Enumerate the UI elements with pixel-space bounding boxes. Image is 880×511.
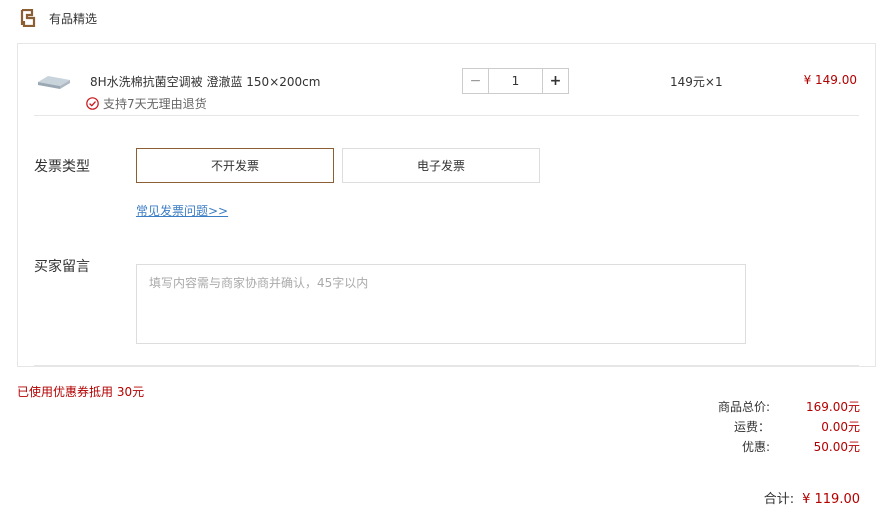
summary-key: 商品总价: bbox=[717, 400, 770, 414]
invoice-faq-link[interactable]: 常见发票问题>> bbox=[136, 202, 228, 219]
summary-row-shipping: 运费： 0.00元 bbox=[710, 418, 860, 434]
invoice-option-electronic[interactable]: 电子发票 bbox=[342, 148, 540, 183]
quantity-value[interactable]: 1 bbox=[488, 69, 543, 93]
shop-title: 有品精选 bbox=[49, 11, 98, 26]
panel-bottom-divider bbox=[34, 365, 859, 366]
product-name[interactable]: 8H水洗棉抗菌空调被 澄澈蓝 150×200cm bbox=[90, 73, 320, 90]
summary-row-discount: 优惠: 50.00元 bbox=[710, 438, 860, 454]
coupon-note: 已使用优惠券抵用 30元 bbox=[17, 385, 145, 399]
order-total: 合计: ¥ 119.00 bbox=[764, 488, 860, 507]
summary-row-subtotal: 商品总价: 169.00元 bbox=[710, 398, 860, 414]
guarantee-text: 支持7天无理由退货 bbox=[103, 97, 207, 111]
shop-header: 有品精选 bbox=[20, 8, 97, 28]
shop-logo-icon bbox=[20, 9, 36, 27]
unit-price: 149元×1 bbox=[670, 75, 723, 89]
increase-quantity-button[interactable]: + bbox=[543, 69, 568, 93]
invoice-option-none[interactable]: 不开发票 bbox=[136, 148, 334, 183]
quantity-stepper: − 1 + bbox=[462, 68, 569, 94]
summary-key: 优惠: bbox=[741, 440, 770, 454]
decrease-quantity-button[interactable]: − bbox=[463, 69, 488, 93]
check-circle-icon bbox=[86, 97, 99, 110]
summary-value: 0.00元 bbox=[821, 420, 860, 434]
summary-value: 50.00元 bbox=[813, 440, 860, 454]
line-total: ¥ 149.00 bbox=[803, 73, 857, 87]
total-label: 合计: bbox=[763, 492, 795, 507]
total-value: ¥ 119.00 bbox=[802, 492, 860, 507]
buyer-message-label: 买家留言 bbox=[34, 259, 90, 275]
product-thumbnail[interactable] bbox=[36, 73, 72, 91]
cart-item: 8H水洗棉抗菌空调被 澄澈蓝 150×200cm 支持7天无理由退货 − 1 +… bbox=[18, 44, 875, 116]
buyer-message-input[interactable]: 填写内容需与商家协商并确认，45字以内 bbox=[136, 264, 746, 344]
invoice-type-label: 发票类型 bbox=[34, 159, 90, 175]
item-divider bbox=[34, 115, 859, 116]
order-panel: 8H水洗棉抗菌空调被 澄澈蓝 150×200cm 支持7天无理由退货 − 1 +… bbox=[17, 43, 876, 367]
summary-key: 运费： bbox=[733, 420, 770, 434]
summary-value: 169.00元 bbox=[806, 400, 860, 414]
return-guarantee: 支持7天无理由退货 bbox=[86, 95, 207, 112]
